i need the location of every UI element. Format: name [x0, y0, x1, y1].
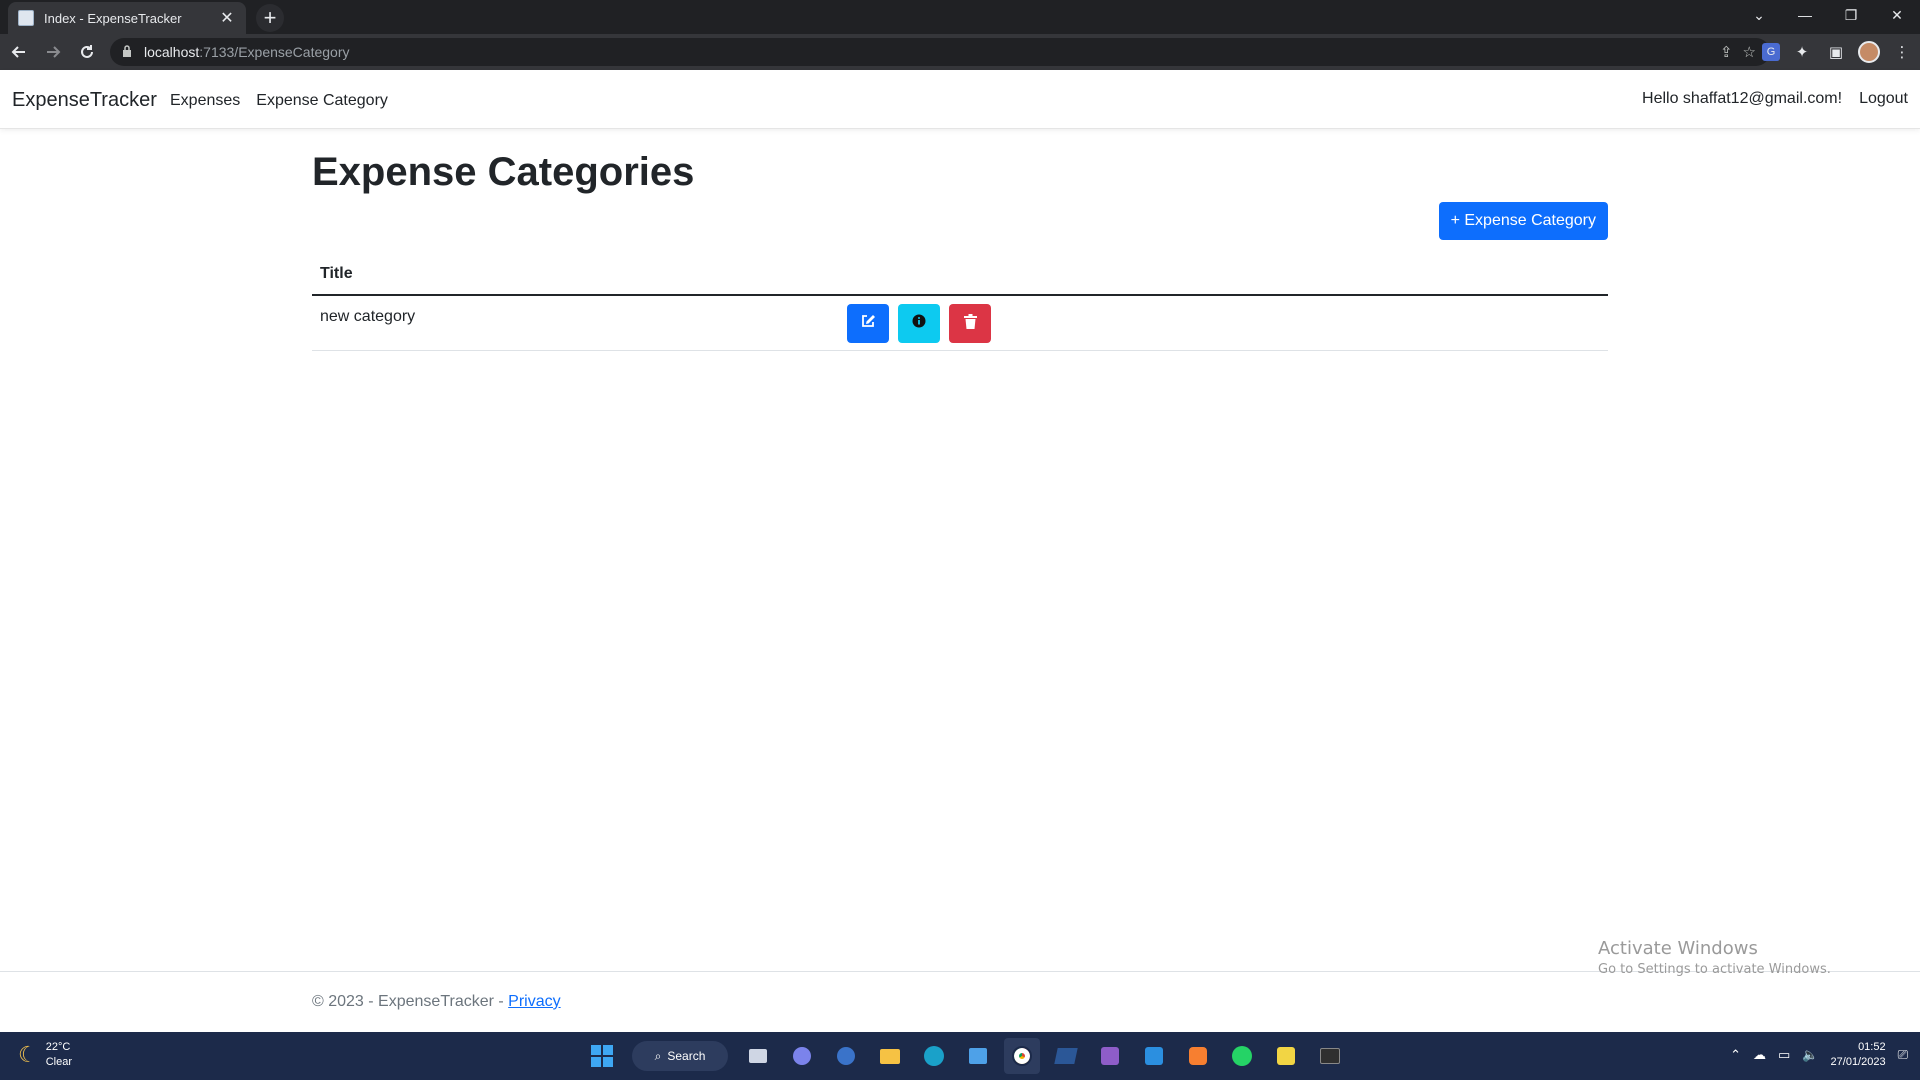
whatsapp-icon[interactable] [1224, 1038, 1260, 1074]
start-button[interactable] [584, 1038, 620, 1074]
search-icon: ⌕ [654, 1048, 662, 1063]
side-panel-icon[interactable]: ▣ [1824, 40, 1848, 64]
footer-text: © 2023 - ExpenseTracker - Privacy [312, 993, 561, 1011]
show-hidden-icons-icon[interactable]: ⌃ [1730, 1047, 1741, 1063]
extensions-puzzle-icon[interactable]: ✦ [1790, 40, 1814, 64]
menu-kebab-icon[interactable]: ⋮ [1890, 40, 1914, 64]
watermark-title: Activate Windows [1598, 938, 1758, 959]
category-title-cell: new category [320, 308, 416, 325]
sticky-app-icon[interactable] [1268, 1038, 1304, 1074]
nav-link-expenses[interactable]: Expenses [170, 92, 240, 110]
close-window-icon[interactable]: ✕ [1874, 0, 1920, 30]
imo-app-icon[interactable] [828, 1038, 864, 1074]
share-icon[interactable]: ⇪ [1720, 43, 1733, 61]
weather-description: Clear [45, 1056, 73, 1068]
onedrive-cloud-icon[interactable]: ☁ [1753, 1047, 1766, 1063]
lock-icon[interactable] [122, 44, 132, 60]
edit-icon [860, 313, 876, 334]
column-header-title: Title [320, 265, 353, 282]
browser-tabstrip: Index - ExpenseTracker ✕ + ⌄ — ❐ ✕ [0, 0, 1920, 34]
xampp-icon[interactable] [1180, 1038, 1216, 1074]
minimize-icon[interactable]: — [1782, 0, 1828, 30]
taskbar-apps: ⌕ Search [584, 1038, 1348, 1074]
translate-extension-icon[interactable]: G [1762, 43, 1780, 61]
clock-time: 01:52 [1858, 1041, 1886, 1053]
url-host: localhost [144, 44, 200, 60]
weather-widget[interactable]: ☾ 22°C Clear [18, 1040, 72, 1070]
page-title: Expense Categories [312, 150, 695, 194]
table-row: new category [312, 296, 1608, 351]
task-view-icon[interactable] [740, 1038, 776, 1074]
page-footer: © 2023 - ExpenseTracker - Privacy [0, 971, 1920, 1031]
url-path: :7133/ExpenseCategory [199, 44, 350, 60]
copyright-text: © 2023 - ExpenseTracker - [312, 993, 509, 1010]
logout-button[interactable]: Logout [1859, 90, 1908, 108]
table-header: Title [312, 254, 1608, 296]
windows-taskbar: ☾ 22°C Clear ⌕ Search ⌃ ☁ ▭ 🔈 01:52 27/0… [0, 1032, 1920, 1080]
restore-icon[interactable]: ❐ [1828, 0, 1874, 30]
vscode-icon[interactable] [1136, 1038, 1172, 1074]
reload-icon[interactable] [72, 37, 102, 67]
details-button[interactable] [898, 304, 940, 343]
close-tab-icon[interactable]: ✕ [218, 8, 236, 28]
profile-avatar[interactable] [1858, 41, 1880, 63]
network-icon[interactable]: ▭ [1778, 1047, 1790, 1063]
page-icon [18, 10, 34, 26]
terminal-icon[interactable] [1312, 1038, 1348, 1074]
clock-date: 27/01/2023 [1830, 1056, 1886, 1068]
trash-icon [963, 313, 977, 334]
windows-logo-icon [591, 1045, 613, 1067]
system-tray: ⌃ ☁ ▭ 🔈 01:52 27/01/2023 ⎚ [1730, 1040, 1908, 1070]
app-navbar: ExpenseTracker Expenses Expense Category… [0, 70, 1920, 129]
browser-tab[interactable]: Index - ExpenseTracker ✕ [8, 2, 246, 34]
forward-icon[interactable] [38, 37, 68, 67]
taskbar-search-label: Search [667, 1049, 706, 1063]
file-explorer-icon[interactable] [872, 1038, 908, 1074]
user-greeting-link[interactable]: Hello shaffat12@gmail.com! [1642, 90, 1842, 108]
window-controls: ⌄ — ❐ ✕ [1736, 0, 1920, 30]
activate-windows-watermark: Activate Windows Go to Settings to activ… [1598, 938, 1831, 977]
watermark-subtitle: Go to Settings to activate Windows. [1598, 962, 1831, 977]
brand-link[interactable]: ExpenseTracker [12, 89, 157, 112]
address-bar[interactable]: localhost :7133/ExpenseCategory ⇪ ☆ [110, 38, 1770, 66]
taskbar-search[interactable]: ⌕ Search [632, 1041, 728, 1071]
weather-temperature: 22°C [45, 1041, 71, 1053]
edge-browser-icon[interactable] [916, 1038, 952, 1074]
new-tab-button[interactable]: + [256, 4, 284, 32]
browser-toolbar: localhost :7133/ExpenseCategory ⇪ ☆ G ✦ … [0, 34, 1920, 70]
visual-studio-icon[interactable] [1092, 1038, 1128, 1074]
add-expense-category-button[interactable]: + Expense Category [1438, 202, 1608, 240]
tab-title: Index - ExpenseTracker [44, 10, 182, 26]
chrome-browser-icon[interactable] [1004, 1038, 1040, 1074]
notification-icon[interactable]: ⎚ [1898, 1047, 1908, 1063]
powershell-icon[interactable] [1048, 1038, 1084, 1074]
microsoft-store-icon[interactable] [960, 1038, 996, 1074]
row-actions [847, 304, 991, 343]
privacy-link[interactable]: Privacy [508, 993, 560, 1010]
moon-icon: ☾ [18, 1042, 38, 1067]
nav-link-expense-category[interactable]: Expense Category [256, 92, 388, 110]
volume-icon[interactable]: 🔈 [1802, 1047, 1818, 1063]
categories-table: Title new category [312, 254, 1608, 351]
teams-chat-icon[interactable] [784, 1038, 820, 1074]
taskbar-clock[interactable]: 01:52 27/01/2023 [1831, 1040, 1886, 1070]
back-icon[interactable] [4, 37, 34, 67]
bookmark-star-icon[interactable]: ☆ [1743, 43, 1756, 61]
edit-button[interactable] [847, 304, 889, 343]
tab-search-icon[interactable]: ⌄ [1736, 0, 1782, 30]
info-icon [912, 314, 926, 333]
delete-button[interactable] [949, 304, 991, 343]
